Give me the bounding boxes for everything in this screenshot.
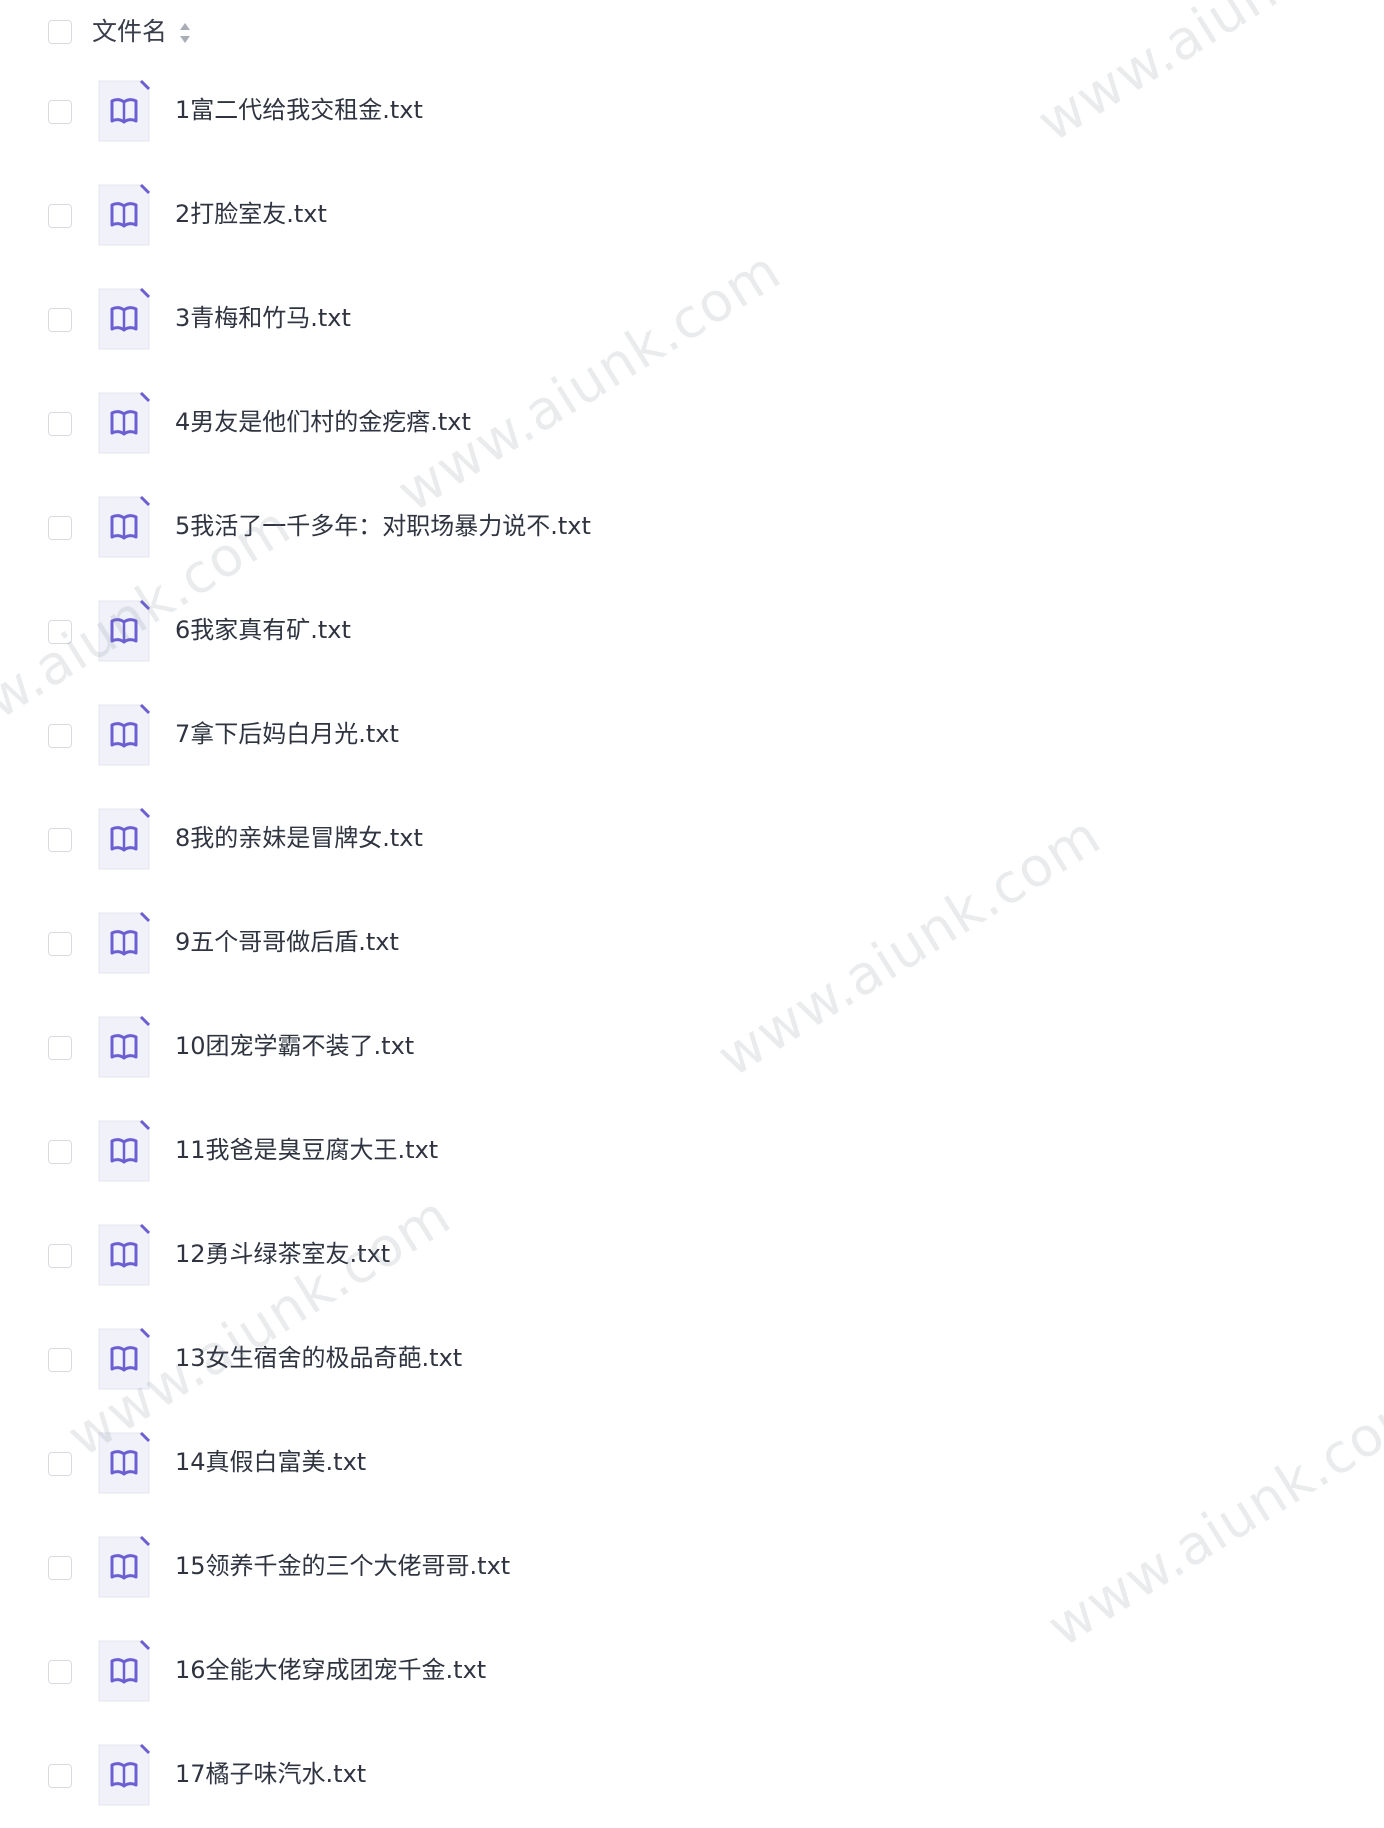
file-checkbox[interactable] bbox=[48, 1660, 72, 1684]
column-header-filename[interactable]: 文件名 bbox=[92, 14, 167, 50]
file-name[interactable]: 15领养千金的三个大佬哥哥.txt bbox=[175, 1548, 510, 1584]
book-icon[interactable] bbox=[98, 287, 151, 350]
file-row[interactable]: 14真假白富美.txt bbox=[0, 1412, 1384, 1516]
file-checkbox[interactable] bbox=[48, 724, 72, 748]
file-name[interactable]: 5我活了一千多年：对职场暴力说不.txt bbox=[175, 508, 591, 544]
book-icon[interactable] bbox=[98, 183, 151, 246]
file-checkbox[interactable] bbox=[48, 412, 72, 436]
file-name[interactable]: 17橘子味汽水.txt bbox=[175, 1756, 366, 1792]
book-icon[interactable] bbox=[98, 1327, 151, 1390]
file-checkbox[interactable] bbox=[48, 516, 72, 540]
file-row[interactable]: 12勇斗绿茶室友.txt bbox=[0, 1204, 1384, 1308]
file-name[interactable]: 12勇斗绿茶室友.txt bbox=[175, 1236, 390, 1272]
file-name[interactable]: 7拿下后妈白月光.txt bbox=[175, 716, 399, 752]
file-checkbox[interactable] bbox=[48, 620, 72, 644]
book-icon[interactable] bbox=[98, 1535, 151, 1598]
file-checkbox[interactable] bbox=[48, 828, 72, 852]
file-name[interactable]: 9五个哥哥做后盾.txt bbox=[175, 924, 399, 960]
file-row[interactable]: 15领养千金的三个大佬哥哥.txt bbox=[0, 1516, 1384, 1620]
book-icon[interactable] bbox=[98, 1015, 151, 1078]
file-checkbox[interactable] bbox=[48, 204, 72, 228]
file-name[interactable]: 2打脸室友.txt bbox=[175, 196, 327, 232]
file-row[interactable]: 11我爸是臭豆腐大王.txt bbox=[0, 1100, 1384, 1204]
file-name[interactable]: 13女生宿舍的极品奇葩.txt bbox=[175, 1340, 462, 1376]
file-row[interactable]: 9五个哥哥做后盾.txt bbox=[0, 892, 1384, 996]
book-icon[interactable] bbox=[98, 391, 151, 454]
book-icon[interactable] bbox=[98, 1223, 151, 1286]
file-checkbox[interactable] bbox=[48, 1556, 72, 1580]
file-row[interactable]: 8我的亲妹是冒牌女.txt bbox=[0, 788, 1384, 892]
file-row[interactable]: 17橘子味汽水.txt bbox=[0, 1724, 1384, 1828]
file-list: 文件名 1富二代给我交租金.txt 2打脸室友.txt 3青梅和竹马.txt 4男友是… bbox=[0, 0, 1384, 1806]
file-checkbox[interactable] bbox=[48, 100, 72, 124]
file-checkbox[interactable] bbox=[48, 1140, 72, 1164]
file-row[interactable]: 1富二代给我交租金.txt bbox=[0, 60, 1384, 164]
file-row[interactable]: 7拿下后妈白月光.txt bbox=[0, 684, 1384, 788]
file-name[interactable]: 1富二代给我交租金.txt bbox=[175, 92, 423, 128]
file-checkbox[interactable] bbox=[48, 932, 72, 956]
book-icon[interactable] bbox=[98, 807, 151, 870]
file-row[interactable]: 6我家真有矿.txt bbox=[0, 580, 1384, 684]
file-name[interactable]: 10团宠学霸不装了.txt bbox=[175, 1028, 414, 1064]
book-icon[interactable] bbox=[98, 599, 151, 662]
book-icon[interactable] bbox=[98, 703, 151, 766]
file-checkbox[interactable] bbox=[48, 1452, 72, 1476]
file-row[interactable]: 3青梅和竹马.txt bbox=[0, 268, 1384, 372]
book-icon[interactable] bbox=[98, 1119, 151, 1182]
file-name[interactable]: 11我爸是臭豆腐大王.txt bbox=[175, 1132, 438, 1168]
select-all-checkbox[interactable] bbox=[48, 20, 72, 44]
book-icon[interactable] bbox=[98, 1639, 151, 1702]
book-icon[interactable] bbox=[98, 1431, 151, 1494]
file-row[interactable]: 16全能大佬穿成团宠千金.txt bbox=[0, 1620, 1384, 1724]
file-name[interactable]: 14真假白富美.txt bbox=[175, 1444, 366, 1480]
file-list-header: 文件名 bbox=[0, 0, 1384, 64]
file-row[interactable]: 4男友是他们村的金疙瘩.txt bbox=[0, 372, 1384, 476]
book-icon[interactable] bbox=[98, 911, 151, 974]
file-name[interactable]: 3青梅和竹马.txt bbox=[175, 300, 351, 336]
file-row[interactable]: 5我活了一千多年：对职场暴力说不.txt bbox=[0, 476, 1384, 580]
book-icon[interactable] bbox=[98, 495, 151, 558]
file-row[interactable]: 2打脸室友.txt bbox=[0, 164, 1384, 268]
book-icon[interactable] bbox=[98, 1743, 151, 1806]
file-row[interactable]: 10团宠学霸不装了.txt bbox=[0, 996, 1384, 1100]
file-name[interactable]: 6我家真有矿.txt bbox=[175, 612, 351, 648]
file-checkbox[interactable] bbox=[48, 308, 72, 332]
file-checkbox[interactable] bbox=[48, 1764, 72, 1788]
file-checkbox[interactable] bbox=[48, 1348, 72, 1372]
book-icon[interactable] bbox=[98, 79, 151, 142]
file-name[interactable]: 4男友是他们村的金疙瘩.txt bbox=[175, 404, 471, 440]
file-name[interactable]: 16全能大佬穿成团宠千金.txt bbox=[175, 1652, 486, 1688]
file-row[interactable]: 13女生宿舍的极品奇葩.txt bbox=[0, 1308, 1384, 1412]
file-checkbox[interactable] bbox=[48, 1244, 72, 1268]
file-checkbox[interactable] bbox=[48, 1036, 72, 1060]
sort-updown-icon[interactable] bbox=[178, 21, 192, 45]
file-name[interactable]: 8我的亲妹是冒牌女.txt bbox=[175, 820, 423, 856]
